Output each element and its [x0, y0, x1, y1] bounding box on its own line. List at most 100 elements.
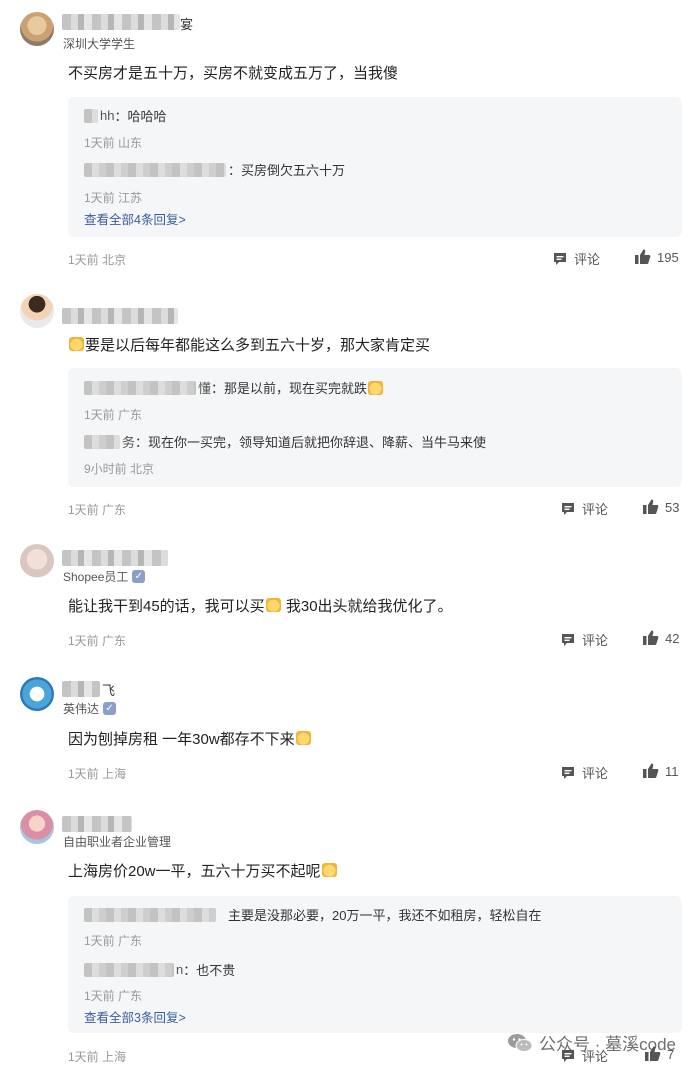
like-button[interactable]: 195 [634, 249, 679, 265]
reply-time: 1天前 [84, 934, 115, 948]
comment-meta: 1天前 北京 [68, 251, 126, 268]
reply-text: ：现在你一买完，领导知道后就把你辞退、降薪、当牛马来使 [135, 435, 487, 450]
comment-meta: 1天前 上海 [68, 1048, 126, 1065]
comment-button[interactable]: 评论 [552, 249, 600, 268]
comment-icon [562, 633, 574, 646]
reply-line: 务 ：现在你一买完，领导知道后就把你辞退、降薪、当牛马来使 [84, 432, 486, 451]
watermark-text: 公众号 · 墓溪code [539, 1035, 676, 1054]
avatar[interactable] [20, 677, 54, 711]
username-tail: 宴 [180, 17, 194, 32]
reply-username[interactable]: hh [100, 108, 114, 123]
verified-badge-icon: ✓ [103, 702, 117, 715]
comment-meta: 1天前 广东 [68, 632, 126, 649]
comment-time: 1天前 [68, 253, 99, 267]
user-subtitle-text: 深圳大学学生 [63, 37, 136, 51]
comment-time: 1天前 [68, 767, 99, 781]
reply-line: 懂 ：那是以前，现在买完就跌 [84, 378, 384, 397]
view-all-replies-link[interactable]: 查看全部3条回复> [84, 1007, 186, 1026]
avatar[interactable] [20, 12, 54, 46]
reply-username[interactable]: 懂 [198, 378, 211, 397]
reply-username[interactable]: n [176, 962, 183, 977]
comment-text-body: 上海房价20w一平，五六十万买不起呢 [68, 863, 321, 880]
emoji-icon [265, 598, 281, 612]
reply-text: ：那是以前，现在买完就跌 [211, 381, 368, 396]
comment-label: 评论 [582, 633, 609, 648]
reply-line: n ：也不贵 [84, 960, 235, 979]
reply-username-blurred[interactable] [84, 162, 226, 177]
reply-meta: 1天前 江苏 [84, 189, 142, 206]
watermark: 公众号 · 墓溪code [507, 1030, 676, 1055]
comment-location: 广东 [102, 634, 127, 648]
comment-label: 评论 [582, 502, 609, 517]
comment-text-part: 能让我干到45的话，我可以买 [68, 598, 265, 615]
username-blurred[interactable] [62, 550, 168, 566]
comment-icon [562, 766, 574, 779]
comment-label: 评论 [582, 766, 609, 781]
comment-button[interactable]: 评论 [560, 763, 608, 782]
comment-icon [554, 252, 566, 265]
comment-time: 1天前 [68, 634, 99, 648]
like-button[interactable]: 11 [642, 763, 679, 779]
username-blurred[interactable] [62, 816, 132, 832]
thumbs-up-icon [643, 763, 659, 778]
comment-text-body: 因为刨掉房租 一年30w都存不下来 [68, 731, 295, 748]
comment-location: 北京 [102, 253, 127, 267]
like-button[interactable]: 42 [642, 630, 679, 646]
reply-text: ：买房倒欠五六十万 [228, 163, 346, 178]
like-count: 53 [665, 499, 680, 515]
comment-time: 1天前 [68, 503, 99, 517]
username-blurred[interactable] [62, 308, 178, 324]
reply-username-blurred[interactable] [84, 962, 174, 977]
reply-username[interactable]: 务 [122, 432, 135, 451]
comment-text: 要是以后每年都能这么多到五六十岁，那大家肯定买 [68, 335, 430, 357]
reply-text: ：哈哈哈 [114, 109, 167, 124]
reply-meta: 1天前 广东 [84, 932, 142, 949]
reply-location: 广东 [118, 934, 143, 948]
comment-button[interactable]: 评论 [560, 630, 608, 649]
like-count: 42 [665, 630, 680, 646]
reply-location: 江苏 [118, 191, 143, 205]
reply-meta: 1天前 广东 [84, 987, 142, 1004]
like-count: 11 [665, 763, 679, 779]
reply-location: 广东 [118, 989, 143, 1003]
emoji-icon [295, 731, 311, 745]
avatar[interactable] [20, 294, 54, 328]
comment-location: 上海 [102, 1050, 127, 1064]
reply-time: 1天前 [84, 191, 115, 205]
emoji-icon [321, 863, 337, 877]
reply-location: 广东 [118, 408, 143, 422]
reply-username-blurred[interactable] [84, 434, 120, 449]
reply-time: 1天前 [84, 136, 115, 150]
user-subtitle: Shopee员工 ✓ [63, 568, 146, 585]
reply-username-blurred[interactable] [84, 108, 98, 123]
reply-username-blurred[interactable] [84, 380, 196, 395]
reply-text: ：也不贵 [183, 963, 236, 978]
like-button[interactable]: 53 [642, 499, 679, 515]
comment-meta: 1天前 上海 [68, 765, 126, 782]
username-blurred[interactable] [62, 14, 180, 30]
avatar[interactable] [20, 544, 54, 578]
comment-location: 广东 [102, 503, 127, 517]
user-subtitle: 深圳大学学生 [63, 35, 135, 52]
reply-meta: 1天前 山东 [84, 134, 142, 151]
reply-username-blurred[interactable] [84, 907, 216, 922]
avatar[interactable] [20, 810, 54, 844]
comment-text: 上海房价20w一平，五六十万买不起呢 [68, 861, 338, 883]
comment-time: 1天前 [68, 1050, 99, 1064]
comment-button[interactable]: 评论 [560, 499, 608, 518]
view-all-replies-link[interactable]: 查看全部4条回复> [84, 209, 186, 228]
reply-location: 北京 [130, 462, 155, 476]
comment-text-part: 我30出头就给我优化了。 [281, 598, 453, 615]
reply-time: 1天前 [84, 989, 115, 1003]
thumbs-up-icon [643, 499, 659, 514]
reply-box: 懂 ：那是以前，现在买完就跌 1天前 广东 务 ：现在你一买完，领导知道后就把你… [68, 368, 682, 487]
comment-text: 因为刨掉房租 一年30w都存不下来 [68, 729, 312, 751]
reply-time: 1天前 [84, 408, 115, 422]
username-blurred[interactable] [62, 681, 100, 697]
comment-text: 不买房才是五十万，买房不就变成五万了，当我傻 [68, 65, 399, 82]
reply-location: 山东 [118, 136, 143, 150]
reply-meta: 9小时前 北京 [84, 460, 154, 477]
reply-line: 主要是没那必要，20万一平，我还不如租房，轻松自在 [84, 905, 541, 924]
reply-box: hh ：哈哈哈 1天前 山东 ：买房倒欠五六十万 1天前 江苏 查看全部4条回复… [68, 97, 682, 237]
thumbs-up-icon [643, 630, 659, 645]
